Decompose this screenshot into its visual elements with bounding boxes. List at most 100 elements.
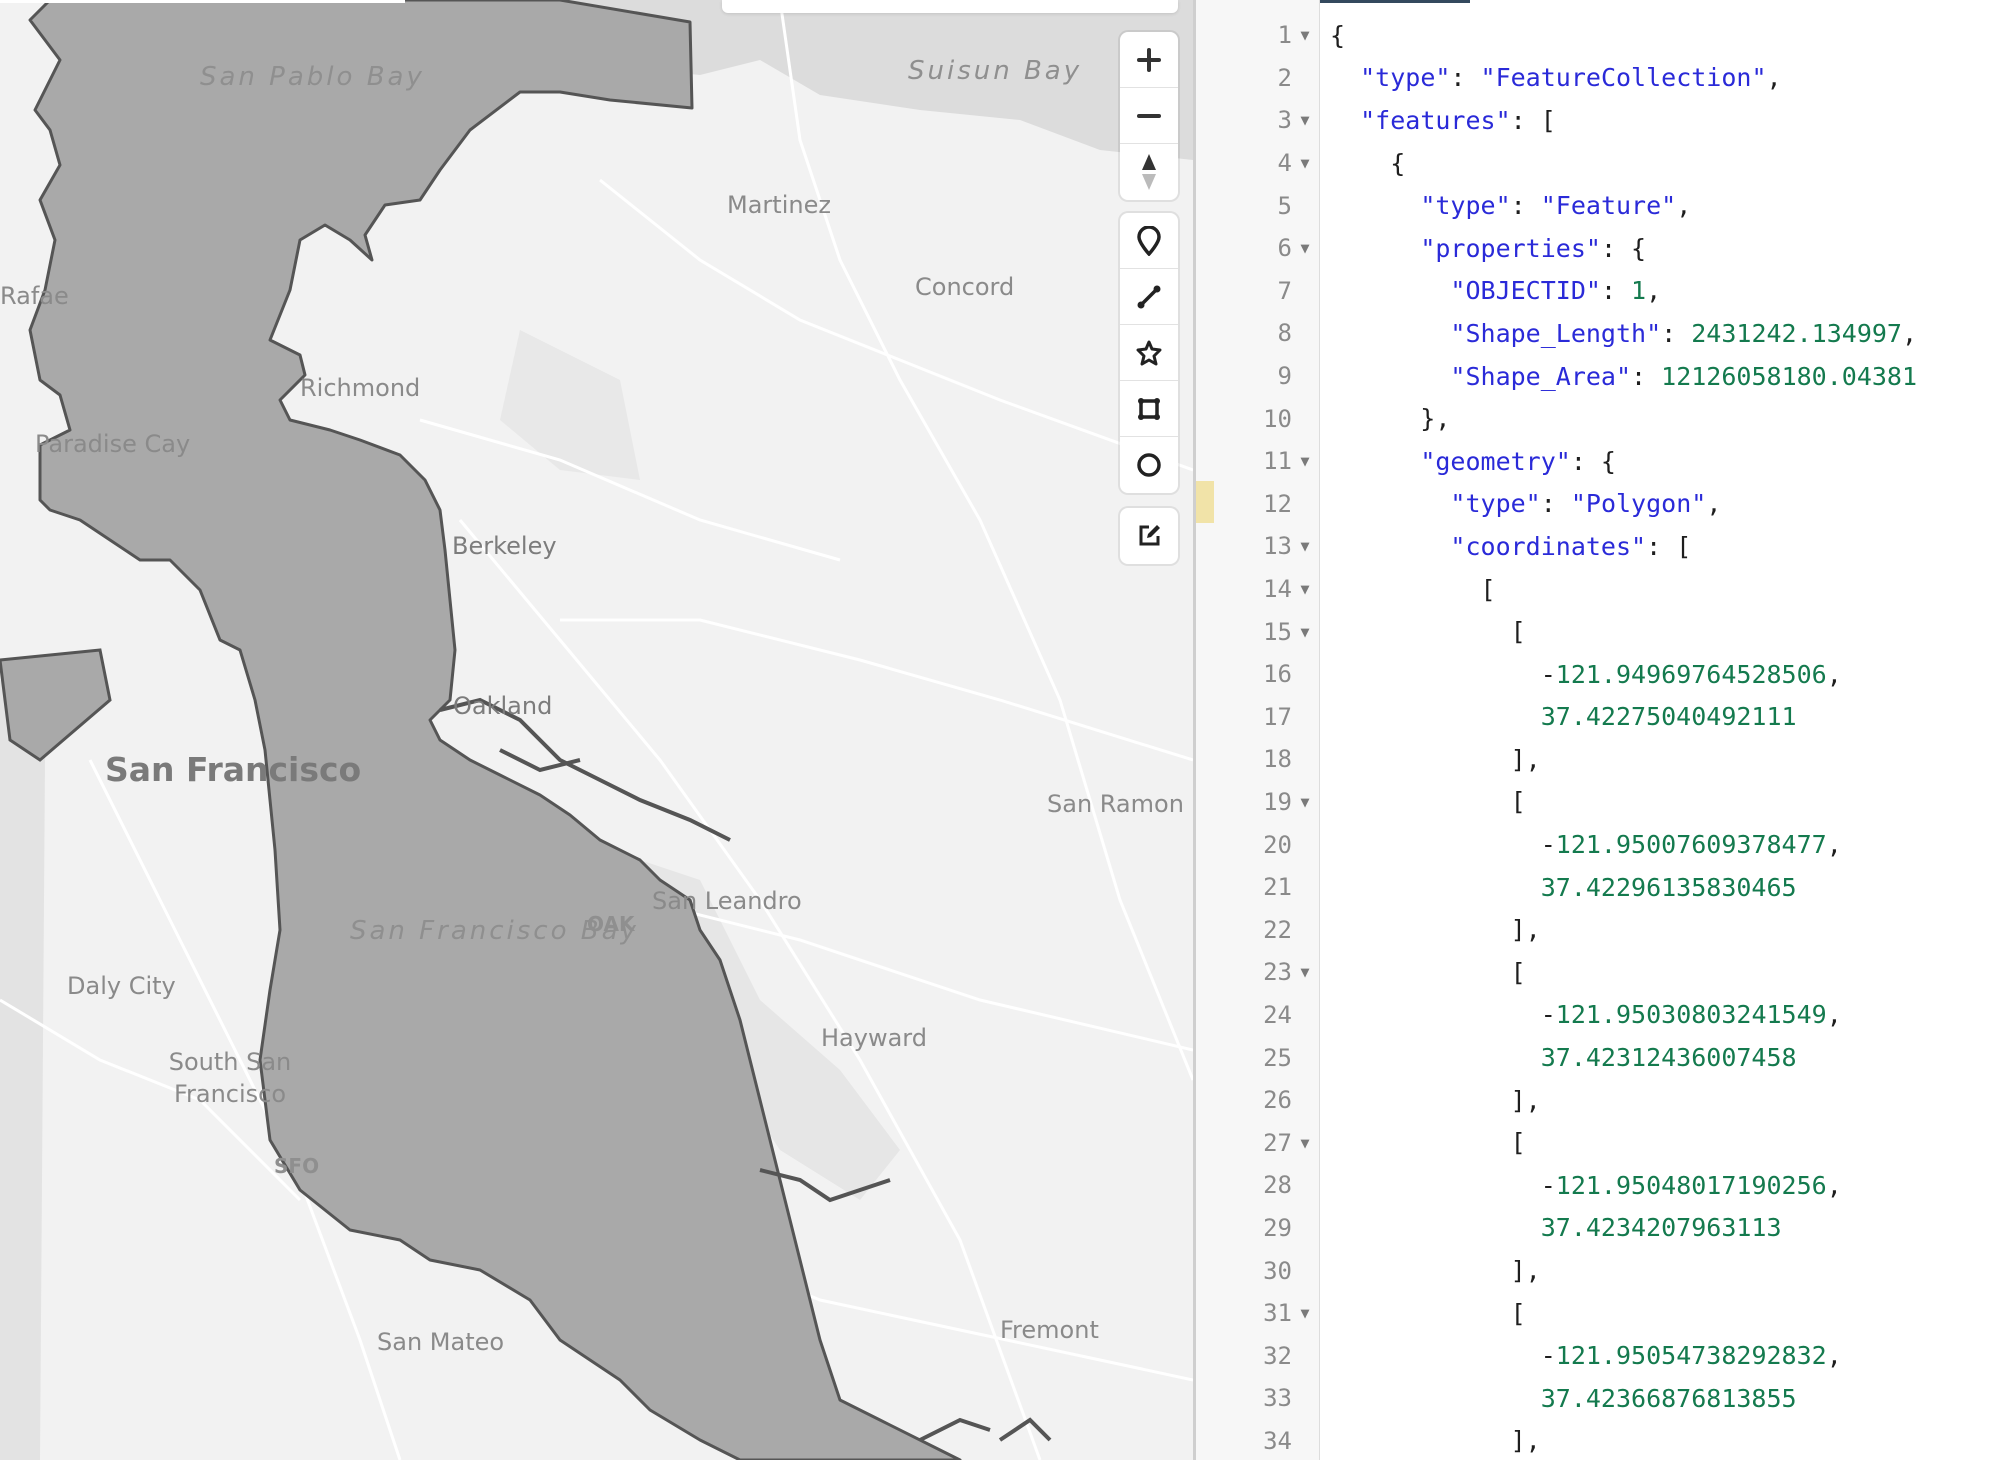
code-line[interactable]: 9 "Shape_Area": 12126058180.04381 (1196, 355, 1999, 398)
fold-toggle-icon[interactable]: ▼ (1296, 1134, 1314, 1152)
line-number: 14 (1263, 575, 1292, 604)
code-line[interactable]: 30 ], (1196, 1249, 1999, 1292)
code-line[interactable]: 16 -121.94969764528506, (1196, 653, 1999, 696)
code-line[interactable]: 26 ], (1196, 1079, 1999, 1122)
map-top-strip (0, 0, 405, 3)
compass-button[interactable] (1120, 144, 1178, 200)
code-line[interactable]: 22 ], (1196, 908, 1999, 951)
code-line[interactable]: 3 ▼ "features": [ (1196, 99, 1999, 142)
map-label-fremont: Fremont (1000, 1316, 1099, 1344)
map-label-san-pablo-bay: San Pablo Bay (200, 62, 425, 92)
code-text: 37.42312436007458 (1540, 1043, 1797, 1073)
code-line[interactable]: 17 37.42275040492111 (1196, 696, 1999, 739)
code-line[interactable]: 33 37.42366876813855 (1196, 1377, 1999, 1420)
code-text: "type": "Feature", (1420, 191, 1692, 221)
fold-toggle-icon[interactable]: ▼ (1296, 239, 1314, 257)
code-line[interactable]: 29 37.4234207963113 (1196, 1207, 1999, 1250)
code-text: "Shape_Length": 2431242.134997, (1450, 318, 1918, 348)
fold-toggle-icon[interactable]: ▼ (1296, 154, 1314, 172)
map-label-berkeley: Berkeley (452, 532, 557, 560)
code-line[interactable]: 28 -121.95048017190256, (1196, 1164, 1999, 1207)
fold-toggle-icon[interactable]: ▼ (1296, 26, 1314, 44)
fold-toggle-icon[interactable]: ▼ (1296, 580, 1314, 598)
zoom-out-button[interactable] (1120, 88, 1178, 144)
map-label-concord: Concord (915, 273, 1015, 301)
code-text: [ (1330, 787, 1526, 817)
line-number: 20 (1263, 830, 1292, 859)
map-view[interactable]: San Pablo Bay Suisun Bay Martinez Concor… (0, 0, 1193, 1460)
line-number: 18 (1263, 745, 1292, 774)
map-label-san-francisco: San Francisco (105, 750, 362, 789)
code-lines[interactable]: 1 ▼{2 "type": "FeatureCollection", 3 ▼ "fea… (1196, 14, 1999, 1460)
code-line[interactable]: 6 ▼ "properties": { (1196, 227, 1999, 270)
code-text: "Shape_Area": 12126058180.04381 (1450, 361, 1918, 391)
circle-icon (1137, 453, 1161, 477)
code-line[interactable]: 34 ], (1196, 1420, 1999, 1460)
code-line[interactable]: 14 ▼ [ (1196, 568, 1999, 611)
code-text: ], (1330, 1085, 1541, 1115)
code-text: { (1330, 148, 1406, 178)
code-text: "type": "Polygon", (1450, 489, 1722, 519)
code-line[interactable]: 27 ▼ [ (1196, 1121, 1999, 1164)
code-line[interactable]: 11 ▼ "geometry": { (1196, 440, 1999, 483)
draw-rectangle-button[interactable] (1120, 381, 1178, 437)
code-text: 37.42366876813855 (1540, 1383, 1797, 1413)
edit-button[interactable] (1120, 508, 1178, 564)
line-number: 10 (1263, 404, 1292, 433)
code-line[interactable]: 13 ▼ "coordinates": [ (1196, 525, 1999, 568)
json-editor[interactable]: 1 ▼{2 "type": "FeatureCollection", 3 ▼ "fea… (1196, 0, 1999, 1460)
fold-toggle-icon[interactable]: ▼ (1296, 963, 1314, 981)
zoom-controls (1120, 32, 1178, 200)
draw-line-button[interactable] (1120, 269, 1178, 325)
line-number: 1 (1277, 21, 1292, 50)
fold-toggle-icon[interactable]: ▼ (1296, 1304, 1314, 1322)
code-line[interactable]: 15 ▼ [ (1196, 610, 1999, 653)
code-line[interactable]: 7 "OBJECTID": 1, (1196, 270, 1999, 313)
code-line[interactable]: 12 "type": "Polygon", (1196, 483, 1999, 526)
line-number: 13 (1263, 532, 1292, 561)
code-line[interactable]: 21 37.42296135830465 (1196, 866, 1999, 909)
code-text: "OBJECTID": 1, (1450, 276, 1662, 306)
line-number: 16 (1263, 660, 1292, 689)
code-line[interactable]: 20 -121.95007609378477, (1196, 823, 1999, 866)
draw-polygon-button[interactable] (1120, 325, 1178, 381)
draw-circle-button[interactable] (1120, 437, 1178, 493)
map-canvas[interactable] (0, 0, 1193, 1460)
map-label-suisun-bay: Suisun Bay (908, 56, 1083, 86)
code-line[interactable]: 4 ▼ { (1196, 142, 1999, 185)
code-text: [ (1330, 617, 1526, 647)
code-line[interactable]: 5 "type": "Feature", (1196, 184, 1999, 227)
code-line[interactable]: 10 }, (1196, 397, 1999, 440)
fold-toggle-icon[interactable]: ▼ (1296, 111, 1314, 129)
code-line[interactable]: 8 "Shape_Length": 2431242.134997, (1196, 312, 1999, 355)
code-line[interactable]: 31 ▼ [ (1196, 1292, 1999, 1335)
line-number: 25 (1263, 1043, 1292, 1072)
code-line[interactable]: 24 -121.95030803241549, (1196, 994, 1999, 1037)
code-text: -121.94969764528506, (1330, 659, 1842, 689)
search-box-edge[interactable] (722, 0, 1178, 13)
line-number: 6 (1277, 234, 1292, 263)
code-text: "geometry": { (1420, 446, 1616, 476)
line-number: 24 (1263, 1000, 1292, 1029)
fold-toggle-icon[interactable]: ▼ (1296, 793, 1314, 811)
line-number: 8 (1277, 319, 1292, 348)
code-text: ], (1330, 744, 1541, 774)
code-line[interactable]: 25 37.42312436007458 (1196, 1036, 1999, 1079)
code-line[interactable]: 32 -121.95054738292832, (1196, 1334, 1999, 1377)
code-text: [ (1330, 574, 1496, 604)
code-line[interactable]: 2 "type": "FeatureCollection", (1196, 57, 1999, 100)
fold-toggle-icon[interactable]: ▼ (1296, 537, 1314, 555)
fold-toggle-icon[interactable]: ▼ (1296, 452, 1314, 470)
code-line[interactable]: 18 ], (1196, 738, 1999, 781)
line-number: 12 (1263, 489, 1292, 518)
draw-marker-button[interactable] (1120, 213, 1178, 269)
fold-toggle-icon[interactable]: ▼ (1296, 623, 1314, 641)
code-line[interactable]: 23 ▼ [ (1196, 951, 1999, 994)
code-line[interactable]: 19 ▼ [ (1196, 781, 1999, 824)
code-line[interactable]: 1 ▼ { (1196, 14, 1999, 57)
line-number: 21 (1263, 873, 1292, 902)
code-text: -121.95054738292832, (1330, 1341, 1842, 1371)
zoom-in-button[interactable] (1120, 32, 1178, 88)
line-number: 26 (1263, 1086, 1292, 1115)
map-label-sf-bay: San Francisco Bay (350, 916, 639, 946)
